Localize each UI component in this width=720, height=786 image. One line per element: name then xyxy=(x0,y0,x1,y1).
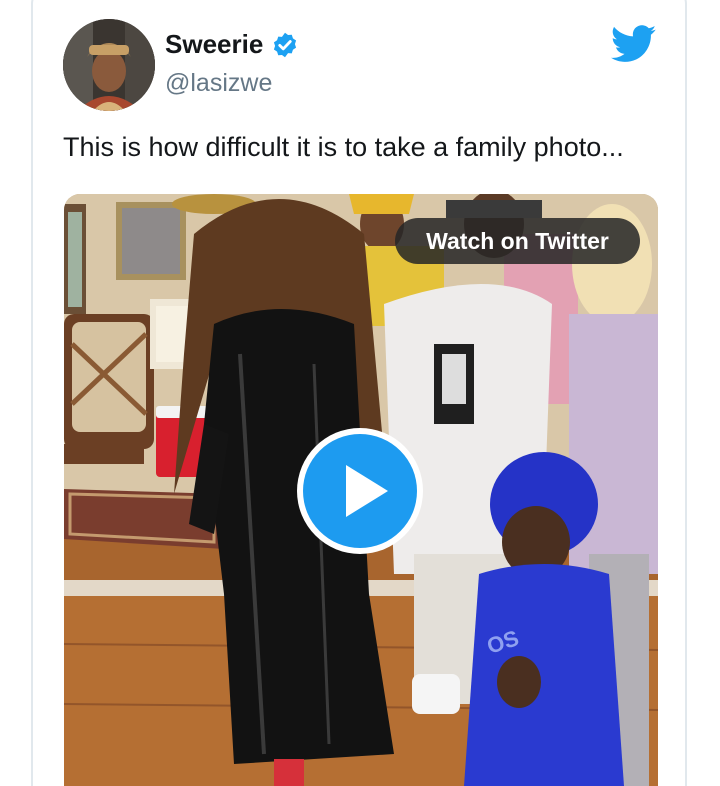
play-icon[interactable] xyxy=(294,425,426,557)
avatar[interactable] xyxy=(63,19,155,111)
twitter-bird-icon[interactable] xyxy=(611,25,657,63)
display-name[interactable]: Sweerie xyxy=(165,29,263,60)
watch-on-twitter-button[interactable]: Watch on Twitter xyxy=(395,218,640,264)
tweet-text: This is how difficult it is to take a fa… xyxy=(63,132,624,162)
author-name-row: Sweerie xyxy=(165,29,299,60)
tweet-embed-page: Sweerie @lasizwe This is how difficult i… xyxy=(0,0,720,786)
verified-badge-icon xyxy=(274,32,297,57)
author-handle[interactable]: @lasizwe xyxy=(165,69,272,98)
